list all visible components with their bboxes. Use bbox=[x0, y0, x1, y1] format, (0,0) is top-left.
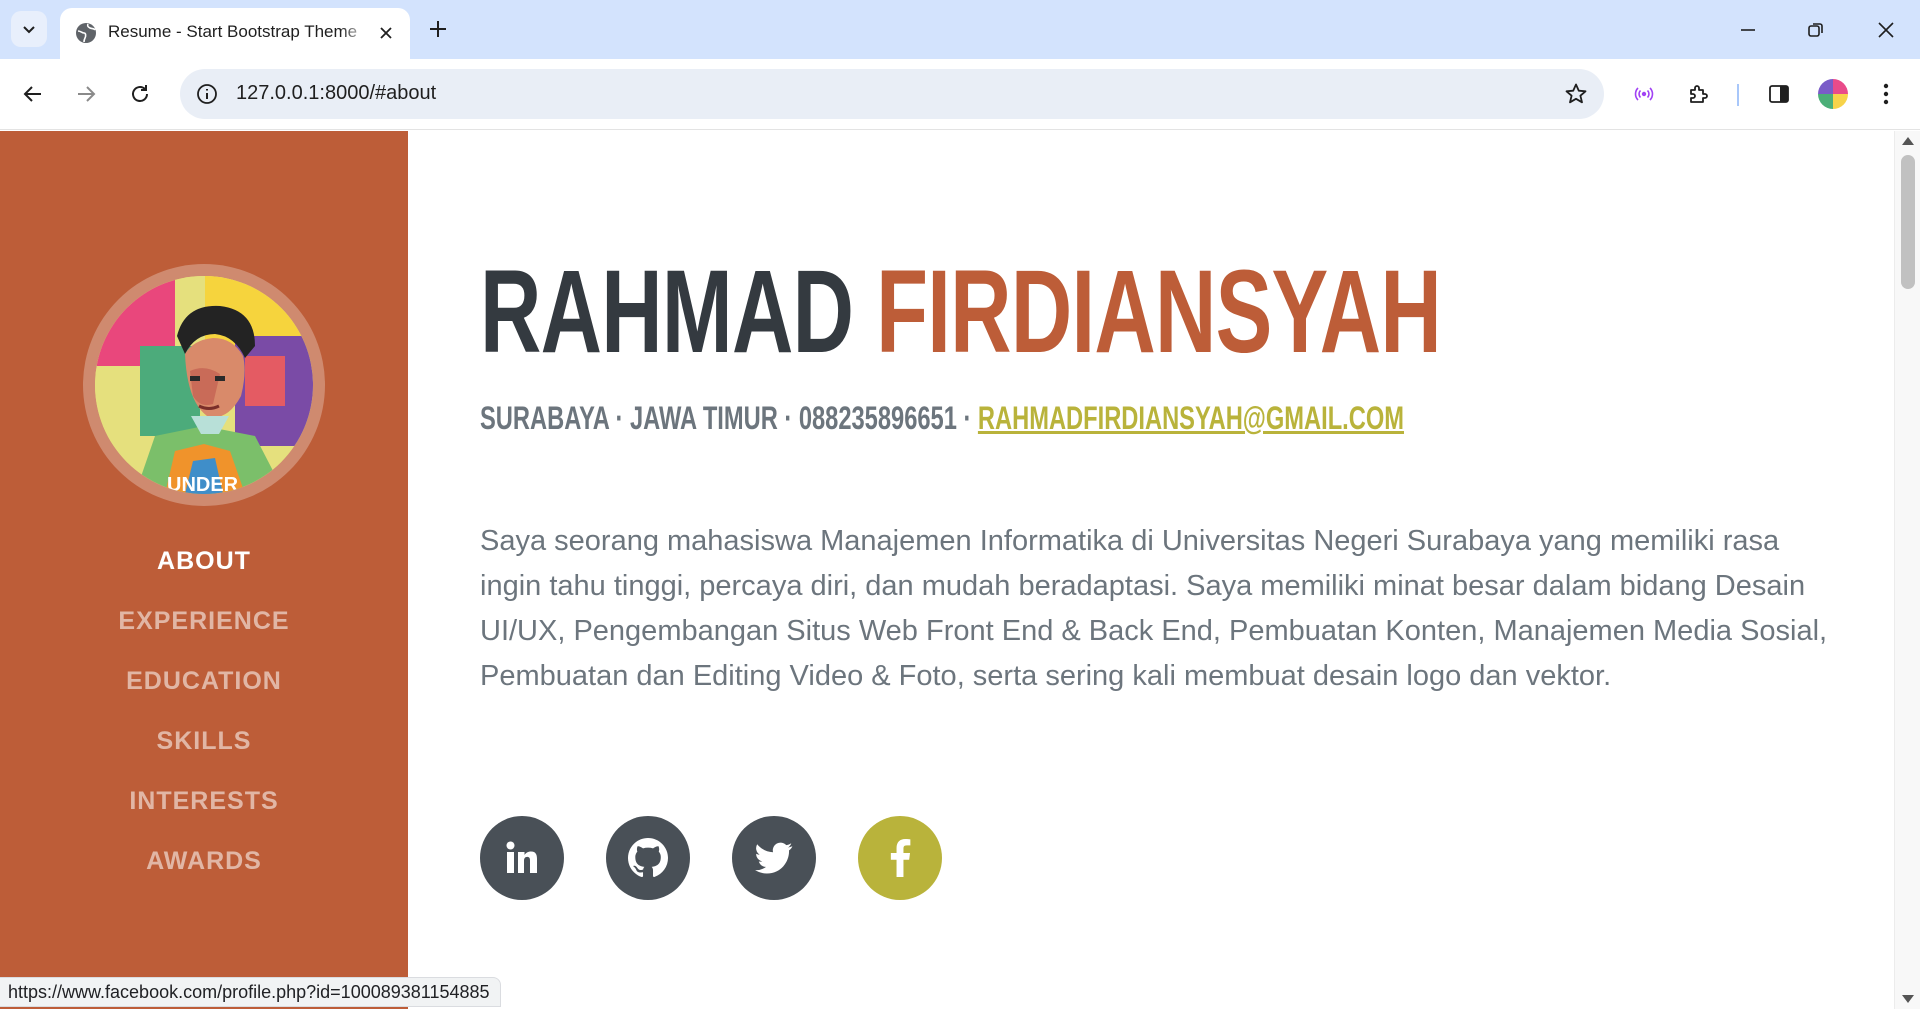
reload-icon bbox=[132, 85, 148, 102]
scrollbar-thumb[interactable] bbox=[1901, 155, 1915, 289]
scroll-up-arrow-icon[interactable] bbox=[1902, 137, 1914, 145]
extensions-button[interactable] bbox=[1681, 76, 1717, 112]
restore-button[interactable] bbox=[1796, 10, 1836, 50]
close-icon bbox=[1878, 22, 1894, 38]
new-tab-button[interactable] bbox=[422, 13, 454, 45]
linkedin-icon bbox=[506, 841, 537, 873]
close-window-button[interactable] bbox=[1866, 10, 1906, 50]
minimize-icon bbox=[1741, 29, 1755, 31]
link-status-bar: https://www.facebook.com/profile.php?id=… bbox=[0, 977, 501, 1007]
sidebar-item-experience[interactable]: EXPERIENCE bbox=[0, 591, 408, 651]
first-name: RAHMAD bbox=[480, 246, 854, 378]
sidebar-item-about[interactable]: ABOUT bbox=[0, 531, 408, 591]
profile-photo-frame: UNDER bbox=[83, 264, 325, 506]
address-bar[interactable]: 127.0.0.1:8000/#about bbox=[180, 69, 1604, 119]
svg-text:UNDER: UNDER bbox=[167, 474, 239, 494]
media-broadcast-button[interactable] bbox=[1626, 76, 1662, 112]
last-name: FIRDIANSYAH bbox=[876, 246, 1442, 378]
facebook-icon bbox=[890, 839, 911, 877]
profile-photo: UNDER bbox=[95, 276, 313, 494]
forward-button[interactable] bbox=[68, 76, 104, 112]
chevron-down-icon bbox=[23, 26, 35, 34]
plus-icon bbox=[430, 21, 446, 37]
star-icon bbox=[1565, 83, 1587, 104]
back-button[interactable] bbox=[15, 76, 51, 112]
arrow-left-icon bbox=[23, 86, 41, 102]
page-viewport: UNDER ABOUT EXPERIENCE EDUCATION SKILLS … bbox=[0, 131, 1920, 1009]
side-panel-icon bbox=[1769, 85, 1789, 103]
profile-portrait-illustration: UNDER bbox=[95, 276, 313, 494]
github-icon bbox=[628, 838, 668, 878]
reload-button[interactable] bbox=[122, 76, 158, 112]
info-icon bbox=[197, 84, 217, 104]
page-title: RAHMAD FIRDIANSYAH bbox=[480, 253, 1442, 371]
address-url: 127.0.0.1:8000/#about bbox=[236, 82, 437, 104]
bookmark-button[interactable] bbox=[1562, 80, 1590, 108]
side-panel-button[interactable] bbox=[1761, 76, 1797, 112]
scroll-down-arrow-icon[interactable] bbox=[1902, 995, 1914, 1003]
contact-address: SURABAYA · JAWA TIMUR · 088235896651 · bbox=[480, 400, 978, 436]
email-link[interactable]: RAHMADFIRDIANSYAH@GMAIL.COM bbox=[978, 400, 1404, 436]
linkedin-button[interactable] bbox=[480, 816, 564, 900]
sidebar: UNDER ABOUT EXPERIENCE EDUCATION SKILLS … bbox=[0, 131, 408, 1009]
tab-search-button[interactable] bbox=[11, 11, 47, 47]
sidebar-item-interests[interactable]: INTERESTS bbox=[0, 771, 408, 831]
tab-close-button[interactable] bbox=[373, 20, 399, 46]
site-info-button[interactable] bbox=[194, 81, 220, 107]
close-icon bbox=[380, 27, 392, 39]
twitter-icon bbox=[755, 842, 793, 874]
more-vertical-icon bbox=[1883, 83, 1889, 105]
sidebar-nav: ABOUT EXPERIENCE EDUCATION SKILLS INTERE… bbox=[0, 531, 408, 891]
menu-button[interactable] bbox=[1868, 76, 1904, 112]
toolbar-separator bbox=[1737, 84, 1739, 106]
about-section: RAHMAD FIRDIANSYAH SURABAYA · JAWA TIMUR… bbox=[408, 131, 1894, 1009]
twitter-button[interactable] bbox=[732, 816, 816, 900]
minimize-button[interactable] bbox=[1728, 10, 1768, 50]
facebook-button[interactable] bbox=[858, 816, 942, 900]
browser-tab-strip: Resume - Start Bootstrap Theme bbox=[0, 0, 1920, 59]
sidebar-item-education[interactable]: EDUCATION bbox=[0, 651, 408, 711]
profile-avatar[interactable] bbox=[1818, 79, 1848, 109]
contact-subheading: SURABAYA · JAWA TIMUR · 088235896651 · R… bbox=[480, 399, 1404, 437]
vertical-scrollbar[interactable] bbox=[1894, 131, 1920, 1009]
about-description: Saya seorang mahasiswa Manajemen Informa… bbox=[480, 525, 1828, 692]
browser-tab-active[interactable]: Resume - Start Bootstrap Theme bbox=[60, 8, 410, 59]
globe-icon bbox=[76, 23, 96, 43]
tab-title: Resume - Start Bootstrap Theme bbox=[108, 22, 370, 42]
browser-toolbar: 127.0.0.1:8000/#about bbox=[0, 59, 1920, 130]
github-button[interactable] bbox=[606, 816, 690, 900]
broadcast-icon bbox=[1634, 87, 1654, 101]
puzzle-icon bbox=[1690, 85, 1708, 103]
sidebar-item-skills[interactable]: SKILLS bbox=[0, 711, 408, 771]
restore-icon bbox=[1808, 23, 1823, 37]
sidebar-item-awards[interactable]: AWARDS bbox=[0, 831, 408, 891]
arrow-right-icon bbox=[78, 86, 96, 102]
